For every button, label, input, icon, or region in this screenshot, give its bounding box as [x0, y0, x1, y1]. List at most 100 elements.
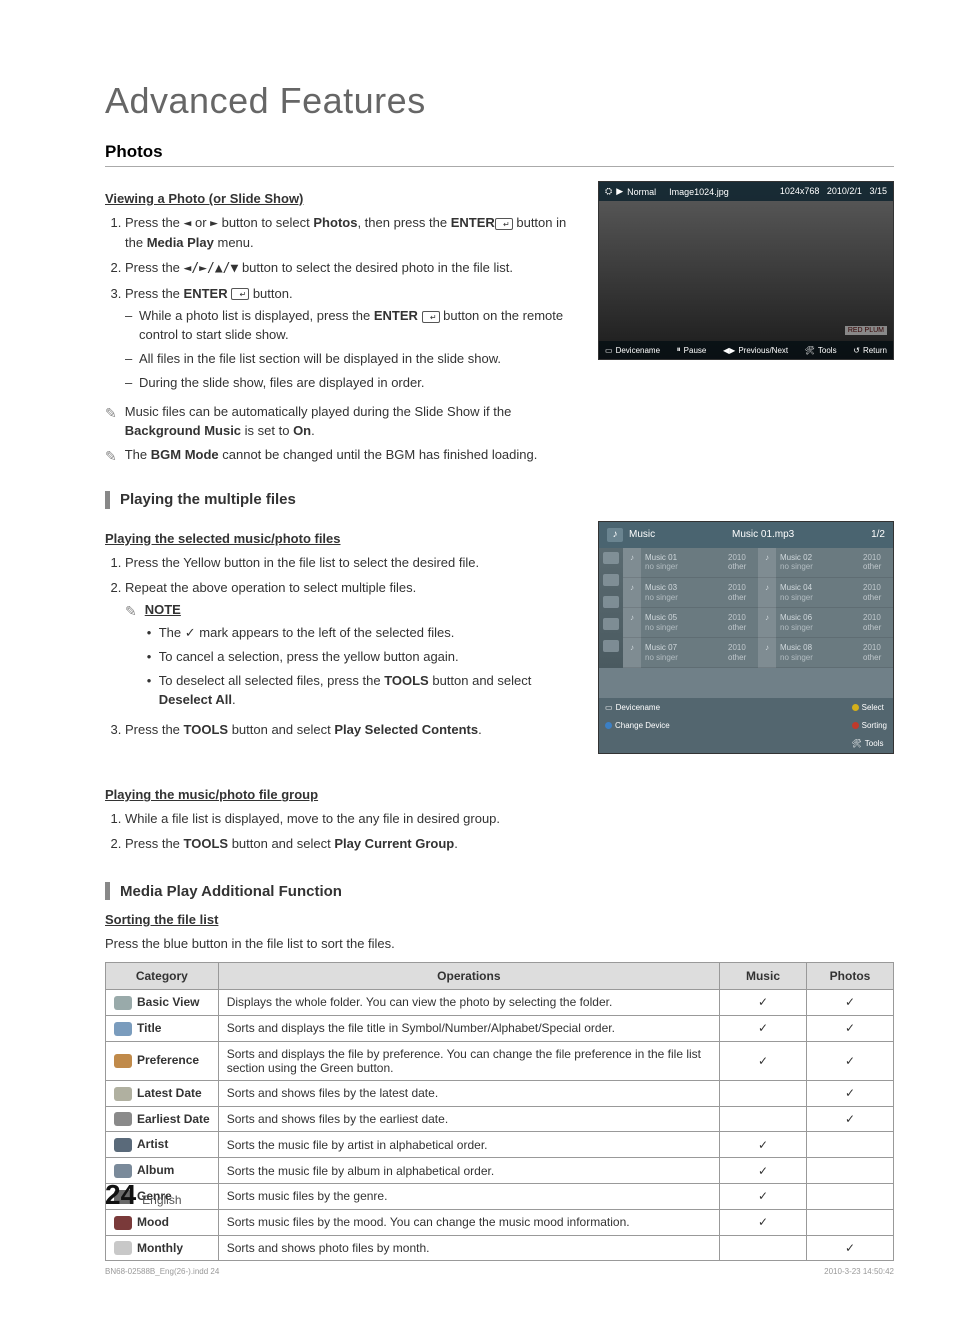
music-icon: ♪ [607, 528, 623, 542]
cell-music: ✓ [720, 1158, 807, 1184]
table-row: TitleSorts and displays the file title i… [106, 1015, 894, 1041]
devicename: Devicename [616, 703, 660, 712]
category-icon [114, 1241, 132, 1255]
cell-category: Title [106, 1015, 219, 1041]
cell-operation: Sorts and displays the file by preferenc… [218, 1041, 719, 1080]
sorting-label: Sorting [862, 721, 887, 730]
th-category: Category [106, 963, 219, 990]
side-icon-5 [603, 640, 619, 652]
photo-preview-bottom-bar: ▭Devicename ⏸Pause ◀▶Previous/Next 🛠Tool… [599, 341, 893, 359]
category-icon [114, 1138, 132, 1152]
device-icon: ▭ [605, 346, 613, 355]
photo-step-3: Press the ENTER ↵ button. While a photo … [125, 285, 578, 393]
enter-icon: ↵ [495, 218, 513, 230]
additional-heading: Media Play Additional Function [120, 883, 342, 900]
cell-photos [807, 1158, 894, 1184]
cell-category: Latest Date [106, 1080, 219, 1106]
multi-heading: Playing the multiple files [120, 491, 296, 508]
table-row: Earliest DateSorts and shows files by th… [106, 1106, 894, 1132]
sort-heading: Sorting the file list [105, 912, 894, 927]
music-item-name: Music 06no singer [776, 608, 859, 638]
multi-text-column: Playing the selected music/photo files P… [105, 521, 578, 864]
side-icon-3 [603, 596, 619, 608]
music-page: 1/2 [871, 529, 885, 540]
photo-steps: Press the ◄ or ► button to select Photos… [105, 214, 578, 393]
micro-right: 2010-3-23 14:50:42 [824, 1267, 894, 1276]
multi-bullets: The ✓ mark appears to the left of the se… [145, 624, 578, 709]
music-item-name: Music 08no singer [776, 638, 859, 668]
music-item-name: Music 02no singer [776, 548, 859, 578]
table-row: ArtistSorts the music file by artist in … [106, 1132, 894, 1158]
th-operations: Operations [218, 963, 719, 990]
prevnext-icon: ◀▶ [723, 346, 735, 355]
table-row: Basic ViewDisplays the whole folder. You… [106, 990, 894, 1016]
cell-category: Earliest Date [106, 1106, 219, 1132]
music-item-meta: 2010other [859, 578, 893, 608]
music-preview: ♪ Music Music 01.mp3 1/2 ♪Music 01no sin… [598, 521, 894, 755]
photo-sub-list: While a photo list is displayed, press t… [125, 307, 578, 392]
group-step-1: While a file list is displayed, move to … [125, 810, 578, 829]
photo-step-1: Press the ◄ or ► button to select Photos… [125, 214, 578, 253]
cell-operation: Sorts and shows photo files by month. [218, 1235, 719, 1261]
category-icon [114, 1112, 132, 1126]
cell-operation: Displays the whole folder. You can view … [218, 990, 719, 1016]
photo-dash-1: While a photo list is displayed, press t… [139, 307, 578, 345]
music-item-name: Music 05no singer [641, 608, 724, 638]
cell-category: Mood [106, 1209, 219, 1235]
multi-step-1: Press the Yellow button in the file list… [125, 554, 578, 573]
sel-heading: Playing the selected music/photo files [105, 531, 578, 546]
music-item-icon: ♪ [623, 638, 641, 668]
prevnext-label: Previous/Next [738, 346, 788, 355]
tools-label: Tools [865, 739, 884, 748]
cell-operation: Sorts and shows files by the earliest da… [218, 1106, 719, 1132]
cell-photos: ✓ [807, 1015, 894, 1041]
device-icon: ▭ [605, 703, 613, 712]
sort-table: Category Operations Music Photos Basic V… [105, 962, 894, 1261]
return-label: Return [863, 346, 887, 355]
music-item-name: Music 03no singer [641, 578, 724, 608]
cell-category: Artist [106, 1132, 219, 1158]
music-item-meta: 2010other [859, 608, 893, 638]
additional-heading-box: Media Play Additional Function [105, 882, 894, 900]
tools-label: Tools [818, 346, 837, 355]
music-preview-column: ♪ Music Music 01.mp3 1/2 ♪Music 01no sin… [598, 521, 894, 864]
blue-dot-icon [605, 722, 612, 729]
music-item-name: Music 04no singer [776, 578, 859, 608]
photo-date: 2010/2/1 [827, 186, 862, 196]
cell-photos [807, 1209, 894, 1235]
photo-resolution: 1024x768 [780, 186, 820, 196]
cell-operation: Sorts the music file by artist in alphab… [218, 1132, 719, 1158]
category-icon [114, 1087, 132, 1101]
page: Advanced Features Photos Viewing a Photo… [0, 0, 954, 1321]
category-icon [114, 996, 132, 1010]
photo-text-column: Viewing a Photo (or Slide Show) Press th… [105, 181, 578, 473]
tools-icon: 🛠 [805, 346, 815, 355]
side-bar-icon [105, 491, 110, 509]
side-icon-2 [603, 574, 619, 586]
cell-photos [807, 1132, 894, 1158]
music-item-meta: 2010other [724, 548, 758, 578]
cell-category: Monthly [106, 1235, 219, 1261]
photo-section: Viewing a Photo (or Slide Show) Press th… [105, 181, 894, 473]
multi-note: ✎ NOTE The ✓ mark appears to the left of… [125, 601, 578, 714]
category-icon [114, 1216, 132, 1230]
category-icon [114, 1022, 132, 1036]
note-icon: ✎ [105, 446, 117, 466]
music-current: Music 01.mp3 [732, 529, 794, 540]
pause-label: Pause [684, 346, 707, 355]
photo-preview-top-bar: ⛭ ▶ Normal Image1024.jpg 1024x768 2010/2… [599, 182, 893, 201]
cell-photos: ✓ [807, 1235, 894, 1261]
sort-text: Press the blue button in the file list t… [105, 935, 894, 954]
photo-step-2: Press the ◄/►/▲/▼ button to select the d… [125, 259, 578, 279]
page-lang: English [142, 1193, 181, 1207]
cell-music: ✓ [720, 1132, 807, 1158]
cell-music: ✓ [720, 1041, 807, 1080]
group-step-2: Press the TOOLS button and select Play C… [125, 835, 578, 854]
photo-filename: Image1024.jpg [669, 187, 729, 197]
note-label: NOTE [145, 602, 181, 617]
music-item-meta: 2010other [859, 548, 893, 578]
music-list: ♪Music 01no singer2010other♪Music 02no s… [599, 548, 893, 669]
photo-note-2: ✎ The BGM Mode cannot be changed until t… [105, 446, 578, 466]
music-item-icon: ♪ [758, 608, 776, 638]
multi-step-2: Repeat the above operation to select mul… [125, 579, 578, 715]
